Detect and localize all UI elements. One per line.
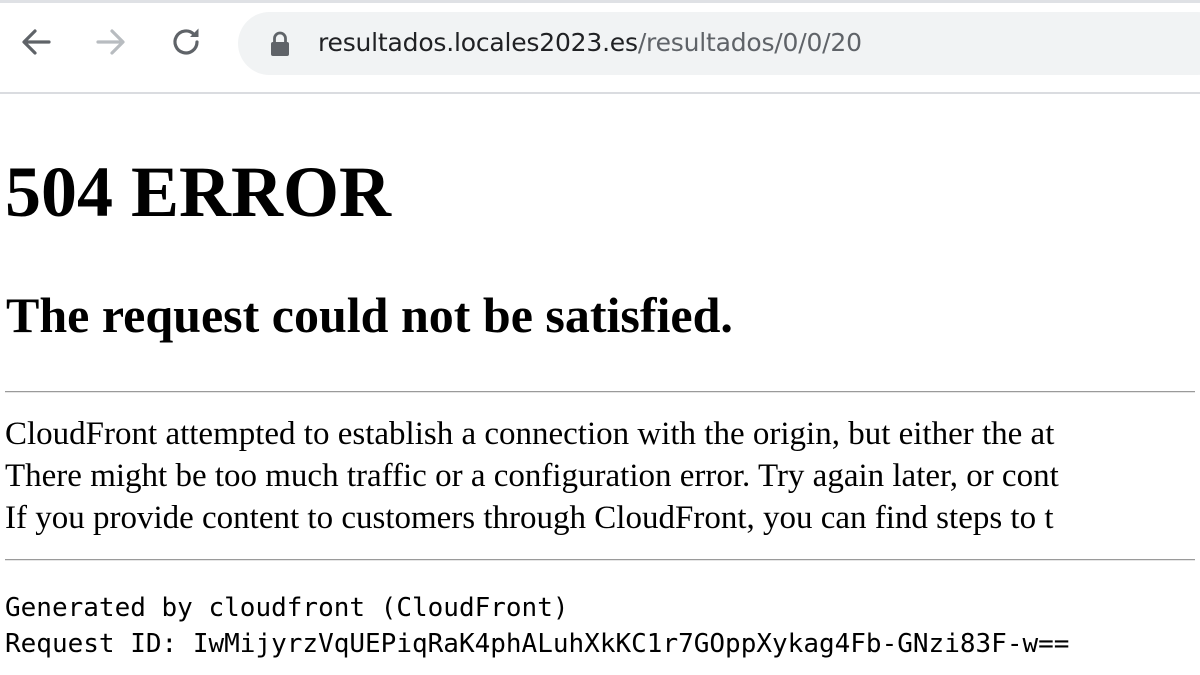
divider-bottom (5, 559, 1195, 561)
reload-button[interactable] (164, 20, 208, 64)
lock-icon[interactable] (268, 30, 292, 58)
url-path: /resultados/0/0/20 (637, 28, 862, 57)
forward-button[interactable] (89, 20, 133, 64)
generated-by-text: Generated by cloudfront (CloudFront) (5, 593, 569, 623)
request-id-text: Request ID: IwMijyrzVqUEPiqRaK4phALuhXkK… (5, 629, 1070, 659)
error-title: 504 ERROR (5, 152, 392, 232)
error-footer: Generated by cloudfront (CloudFront) Requ… (5, 590, 1069, 662)
toolbar-top-border (0, 0, 1200, 3)
error-message: CloudFront attempted to establish a conn… (5, 413, 1200, 539)
address-bar[interactable]: resultados.locales2023.es/resultados/0/0… (238, 12, 1200, 75)
arrow-right-icon (96, 29, 125, 55)
url-text[interactable]: resultados.locales2023.es/resultados/0/0… (318, 26, 862, 60)
divider-top (5, 391, 1195, 393)
arrow-left-icon (22, 29, 51, 55)
error-message-line: CloudFront attempted to establish a conn… (5, 416, 1055, 452)
error-message-line: If you provide content to customers thro… (5, 500, 1054, 536)
browser-toolbar: resultados.locales2023.es/resultados/0/0… (0, 0, 1200, 94)
back-button[interactable] (14, 20, 58, 64)
error-message-line: There might be too much traffic or a con… (5, 458, 1059, 494)
error-subtitle: The request could not be satisfied. (6, 287, 733, 343)
url-host: resultados.locales2023.es (318, 28, 638, 57)
reload-icon (173, 28, 199, 55)
error-page-content: 504 ERROR The request could not be satis… (0, 94, 1200, 675)
